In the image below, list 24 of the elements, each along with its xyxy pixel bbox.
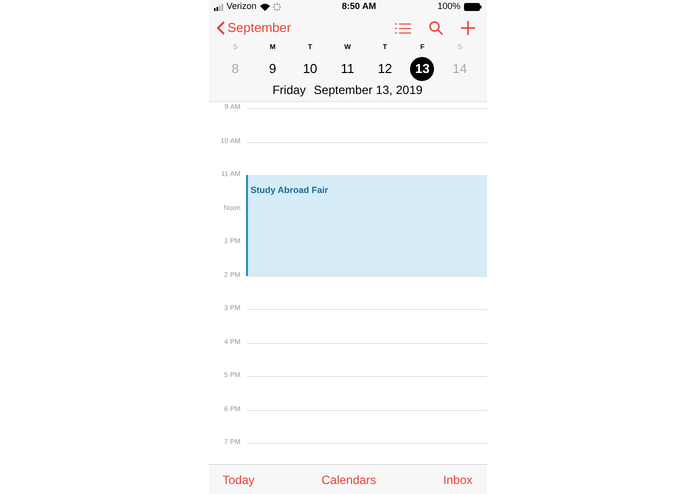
selected-date: September 13, 2019 <box>314 82 423 99</box>
day-number[interactable]: 13 <box>410 57 434 81</box>
selected-weekday: Friday <box>272 82 306 99</box>
activity-icon <box>272 3 281 11</box>
chevron-left-icon <box>216 21 224 35</box>
calendar-event[interactable]: Study Abroad Fair <box>246 175 486 276</box>
tab-bar-button[interactable]: Calendars <box>321 470 376 488</box>
tab-bar-button[interactable]: Today <box>222 470 255 488</box>
plus-icon[interactable] <box>460 21 474 35</box>
status-time: 8:50 AM <box>342 0 376 14</box>
signal-icon <box>214 4 224 10</box>
day-number[interactable]: 11 <box>335 57 360 81</box>
carrier-name: Verizon <box>226 0 257 14</box>
back-button[interactable]: September <box>216 18 292 38</box>
battery-percent: 100% <box>437 0 460 14</box>
day-number[interactable]: 10 <box>298 57 322 81</box>
search-icon[interactable] <box>428 21 442 35</box>
day-number[interactable]: 9 <box>260 57 285 81</box>
list-icon[interactable] <box>394 22 410 34</box>
day-number[interactable]: 12 <box>372 57 397 81</box>
wifi-icon <box>260 3 270 11</box>
event-title: Study Abroad Fair <box>250 185 328 195</box>
tab-bar-button[interactable]: Inbox <box>443 470 472 488</box>
battery-icon <box>464 3 482 11</box>
